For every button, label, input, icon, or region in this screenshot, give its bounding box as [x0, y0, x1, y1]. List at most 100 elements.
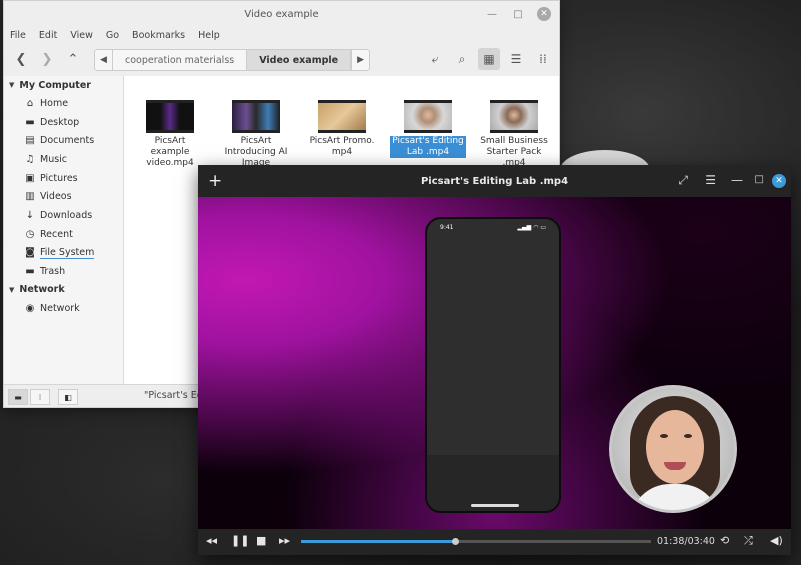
player-title: Picsart's Editing Lab .mp4 — [420, 175, 569, 187]
file-name: PicsArt Promo. mp4 — [309, 136, 375, 157]
music-icon: ♫ — [25, 153, 35, 165]
sidebar-item-videos[interactable]: ▥ Videos — [4, 187, 123, 206]
presenter-video-bubble — [609, 385, 737, 513]
file-system-icon: ◙ — [25, 247, 35, 259]
trash-icon: ▬ — [25, 266, 35, 278]
icon-view-icon[interactable]: ▦ — [478, 48, 500, 70]
pause-icon[interactable]: ❚❚ — [231, 534, 249, 547]
compact-view-icon[interactable]: ⁞⁞ — [532, 48, 554, 70]
sidebar-item-pictures[interactable]: ▣ Pictures — [4, 169, 123, 188]
sidebar: ▼ My Computer ⌂ Home ▬ Desktop ▤ Documents … — [4, 76, 124, 386]
video-player-window: + Picsart's Editing Lab .mp4 ⤢ ☰ — □ ✕ 9… — [198, 165, 791, 555]
phone-signal-icon: ▂▄▆ ◠ ▭ — [517, 224, 546, 231]
progress-fill — [301, 540, 455, 543]
volume-icon[interactable]: ◀) — [770, 534, 783, 547]
sidebar-item-home[interactable]: ⌂ Home — [4, 94, 123, 113]
video-canvas[interactable]: 9:41 ▂▄▆ ◠ ▭ — [198, 197, 791, 529]
sidebar-item-trash[interactable]: ▬ Trash — [4, 262, 123, 281]
rewind-icon[interactable]: ◂◂ — [206, 534, 217, 547]
progress-handle[interactable] — [452, 538, 459, 545]
places-toggle-icon[interactable]: ▬ — [8, 389, 28, 405]
sidebar-item-downloads[interactable]: ↓ Downloads — [4, 206, 123, 225]
sidebar-section-network[interactable]: ▼ Network — [4, 281, 123, 299]
documents-icon: ▤ — [25, 135, 35, 147]
player-titlebar[interactable]: + Picsart's Editing Lab .mp4 ⤢ ☰ — □ ✕ — [198, 165, 791, 197]
menu-go[interactable]: Go — [106, 30, 119, 41]
breadcrumb: ◀ cooperation materialss Video example ▶ — [94, 49, 371, 71]
minimize-icon[interactable]: — — [731, 173, 743, 187]
progress-bar[interactable] — [301, 538, 651, 545]
player-controls: ◂◂ ❚❚ ■ ▸▸ 01:38/03:40 ⟲ ⤮ ◀) — [198, 529, 791, 555]
sidebar-section-my-computer[interactable]: ▼ My Computer — [4, 76, 123, 94]
videos-icon: ▥ — [25, 191, 35, 203]
file-name: PicsArt example video.mp4 — [146, 136, 194, 168]
desktop-icon: ▬ — [25, 116, 35, 128]
toggle-location-icon[interactable]: ⤶ — [424, 48, 446, 70]
shuffle-icon[interactable]: ⤮ — [744, 534, 753, 548]
breadcrumb-right-icon[interactable]: ▶ — [351, 50, 369, 70]
video-thumbnail — [404, 100, 452, 133]
menu-bookmarks[interactable]: Bookmarks — [132, 30, 185, 41]
menu-icon[interactable]: ☰ — [705, 173, 716, 187]
recent-icon: ◷ — [25, 228, 35, 240]
sidebar-toggle-icon[interactable]: ◧ — [58, 389, 78, 405]
toolbar: ❮ ❯ ⌃ ◀ cooperation materialss Video exa… — [4, 42, 559, 77]
network-icon: ◉ — [25, 302, 35, 314]
video-thumbnail — [232, 100, 280, 133]
video-thumbnail — [490, 100, 538, 133]
menu-help[interactable]: Help — [198, 30, 220, 41]
minimize-icon[interactable]: — — [485, 7, 499, 21]
maximize-icon[interactable]: □ — [511, 7, 525, 21]
video-thumbnail — [318, 100, 366, 133]
close-icon[interactable]: ✕ — [537, 7, 551, 21]
file-name: Picsart's Editing Lab .mp4 — [390, 136, 466, 158]
file-manager-titlebar[interactable]: Video example — □ ✕ — [4, 1, 559, 28]
file-item[interactable]: PicsArt Promo. mp4 — [304, 100, 380, 158]
search-icon[interactable]: ⌕ — [451, 48, 473, 70]
breadcrumb-item-parent[interactable]: cooperation materialss — [113, 50, 248, 70]
sidebar-item-file-system[interactable]: ◙ File System — [4, 244, 123, 263]
pictures-icon: ▣ — [25, 172, 35, 184]
forward-arrow-icon[interactable]: ❯ — [36, 48, 58, 70]
file-item-selected[interactable]: Picsart's Editing Lab .mp4 — [390, 100, 466, 158]
tree-toggle-icon[interactable]: ⁝ — [30, 389, 50, 405]
menu-edit[interactable]: Edit — [39, 30, 57, 41]
video-thumbnail — [146, 100, 194, 133]
sidebar-item-music[interactable]: ♫ Music — [4, 150, 123, 169]
playback-time: 01:38/03:40 — [657, 536, 715, 547]
sidebar-item-network[interactable]: ◉ Network — [4, 299, 123, 318]
menu-file[interactable]: File — [10, 30, 26, 41]
sidebar-item-documents[interactable]: ▤ Documents — [4, 131, 123, 150]
breadcrumb-left-icon[interactable]: ◀ — [95, 50, 113, 70]
fast-forward-icon[interactable]: ▸▸ — [279, 534, 290, 547]
window-title: Video example — [244, 9, 319, 20]
sidebar-item-recent[interactable]: ◷ Recent — [4, 225, 123, 244]
phone-status-bar: 9:41 ▂▄▆ ◠ ▭ — [440, 224, 546, 231]
up-arrow-icon[interactable]: ⌃ — [62, 48, 84, 70]
presenter-eye — [660, 434, 668, 438]
close-icon[interactable]: ✕ — [772, 174, 786, 188]
stop-icon[interactable]: ■ — [256, 534, 266, 547]
fullscreen-icon[interactable]: ⤢ — [678, 173, 688, 188]
phone-time: 9:41 — [440, 224, 454, 231]
presenter-eye — [684, 434, 692, 438]
menu-bar: File Edit View Go Bookmarks Help — [4, 28, 559, 42]
expand-triangle-icon: ▼ — [9, 285, 15, 294]
maximize-icon[interactable]: □ — [755, 174, 764, 185]
repeat-icon[interactable]: ⟲ — [720, 534, 729, 547]
downloads-icon: ↓ — [25, 209, 35, 221]
breadcrumb-item-current[interactable]: Video example — [247, 50, 352, 70]
video-phone-mockup: 9:41 ▂▄▆ ◠ ▭ — [425, 217, 561, 513]
sidebar-item-desktop[interactable]: ▬ Desktop — [4, 113, 123, 132]
back-arrow-icon[interactable]: ❮ — [10, 48, 32, 70]
expand-triangle-icon: ▼ — [9, 81, 15, 89]
home-icon: ⌂ — [26, 97, 34, 109]
file-item[interactable]: PicsArt example video.mp4 — [132, 100, 208, 169]
add-icon[interactable]: + — [208, 171, 222, 191]
list-view-icon[interactable]: ☰ — [505, 48, 527, 70]
menu-view[interactable]: View — [70, 30, 93, 41]
phone-home-indicator — [471, 504, 519, 507]
file-item[interactable]: Small Business Starter Pack .mp4 — [476, 100, 552, 169]
presenter-face — [646, 410, 704, 484]
phone-lower-area — [427, 455, 559, 511]
